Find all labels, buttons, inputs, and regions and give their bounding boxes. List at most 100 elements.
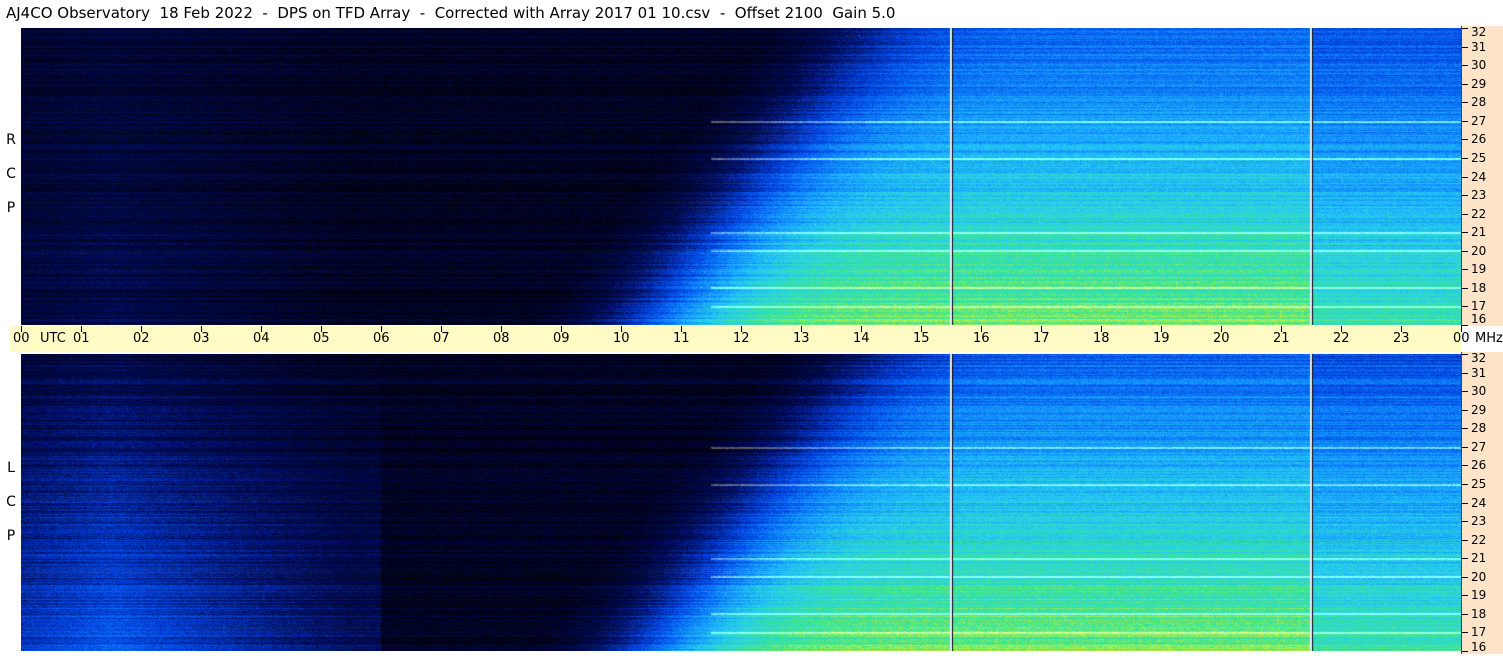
- freq-tick: [1462, 502, 1468, 504]
- freq-tick-label: 25: [1471, 476, 1487, 491]
- freq-tick-label: 21: [1471, 551, 1487, 566]
- freq-tick-label: 25: [1471, 150, 1487, 165]
- freq-tick: [1462, 632, 1468, 634]
- freq-tick-label: 32: [1471, 25, 1487, 39]
- freq-tick-label: 30: [1471, 384, 1487, 399]
- freq-tick-label: 24: [1471, 495, 1487, 510]
- freq-tick-label: 28: [1471, 95, 1487, 110]
- freq-tick-label: 27: [1471, 439, 1487, 454]
- rcp-label-c: C: [6, 166, 16, 182]
- freq-tick: [1462, 576, 1468, 578]
- time-tick-label: 05: [313, 331, 330, 346]
- freq-tick-label: 29: [1471, 76, 1487, 91]
- freq-tick-label: 19: [1471, 262, 1487, 277]
- time-tick-label: 00: [13, 331, 30, 346]
- freq-tick-label: 20: [1471, 569, 1487, 584]
- freq-tick-label: 24: [1471, 169, 1487, 184]
- freq-tick: [1462, 521, 1468, 523]
- lcp-label-l: L: [7, 460, 15, 476]
- freq-tick: [1462, 306, 1468, 308]
- freq-tick-label: 32: [1471, 351, 1487, 365]
- freq-tick: [1462, 428, 1468, 430]
- freq-tick: [1462, 83, 1468, 85]
- freq-tick: [1462, 325, 1468, 326]
- freq-tick-label: 27: [1471, 113, 1487, 128]
- freq-tick-label: 17: [1471, 299, 1487, 314]
- time-tick-label: 07: [433, 331, 450, 346]
- freq-tick-label: 18: [1471, 606, 1487, 621]
- freq-tick: [1462, 483, 1468, 485]
- freq-tick: [1462, 250, 1468, 252]
- time-tick-label: 21: [1273, 331, 1290, 346]
- time-axis: 00 01 02 03 04 05 06 07 08 09 10 11 12 13 14 15 16 17 18 19…: [10, 326, 1503, 352]
- freq-tick-label: 30: [1471, 58, 1487, 73]
- freq-tick: [1462, 651, 1468, 652]
- freq-tick: [1462, 354, 1468, 355]
- freq-tick: [1462, 213, 1468, 215]
- freq-tick-label: 20: [1471, 243, 1487, 258]
- freq-tick-label: 16: [1471, 312, 1487, 326]
- freq-tick-label: 29: [1471, 402, 1487, 417]
- time-tick-label: 11: [673, 331, 690, 346]
- time-tick-label: 23: [1393, 331, 1410, 346]
- time-tick-label: 03: [193, 331, 210, 346]
- freq-tick-label: 21: [1471, 225, 1487, 240]
- freq-tick: [1462, 446, 1468, 448]
- freq-tick-label: 23: [1471, 188, 1487, 203]
- freq-tick: [1462, 287, 1468, 289]
- freq-tick: [1462, 409, 1468, 411]
- lcp-label-c: C: [6, 494, 16, 510]
- time-tick-label: 09: [553, 331, 570, 346]
- time-tick-label: 00: [1453, 331, 1470, 346]
- rcp-label-r: R: [6, 132, 16, 148]
- freq-tick-label: 17: [1471, 625, 1487, 640]
- time-tick-label: 19: [1153, 331, 1170, 346]
- time-tick-label: 02: [133, 331, 150, 346]
- freq-tick-label: 26: [1471, 132, 1487, 147]
- freq-tick: [1462, 120, 1468, 122]
- time-tick-label: 13: [793, 331, 810, 346]
- freq-tick: [1462, 465, 1468, 467]
- time-tick-label: 17: [1033, 331, 1050, 346]
- freq-tick: [1462, 391, 1468, 393]
- freq-tick: [1462, 139, 1468, 141]
- freq-tick: [1462, 269, 1468, 271]
- rcp-frequency-axis: 32 31 30 29 28 27 26 25 24 23 22 21 20 19 18 17 16: [1461, 26, 1503, 326]
- time-tick-label: 20: [1213, 331, 1230, 346]
- time-unit-label: UTC: [40, 331, 66, 346]
- freq-tick: [1462, 539, 1468, 541]
- freq-unit-label: MHz: [1475, 331, 1503, 346]
- freq-tick: [1462, 595, 1468, 597]
- freq-tick-label: 26: [1471, 458, 1487, 473]
- freq-tick-label: 31: [1471, 39, 1487, 54]
- freq-tick: [1462, 176, 1468, 178]
- freq-tick: [1462, 157, 1468, 159]
- freq-tick-label: 22: [1471, 206, 1487, 221]
- freq-tick-label: 31: [1471, 365, 1487, 380]
- time-tick-label: 01: [73, 331, 90, 346]
- rcp-label-p: P: [6, 200, 16, 216]
- time-tick-label: 14: [853, 331, 870, 346]
- freq-tick-label: 18: [1471, 280, 1487, 295]
- time-tick-label: 15: [913, 331, 930, 346]
- lcp-frequency-axis: 32 31 30 29 28 27 26 25 24 23 22 21 20 19 18 17 16: [1461, 352, 1503, 654]
- freq-tick: [1462, 46, 1468, 48]
- time-tick-label: 06: [373, 331, 390, 346]
- lcp-spectrogram: [21, 354, 1461, 651]
- chart-title: AJ4CO Observatory 18 Feb 2022 - DPS on T…: [6, 4, 896, 22]
- freq-tick: [1462, 65, 1468, 67]
- time-tick-label: 08: [493, 331, 510, 346]
- time-tick-label: 10: [613, 331, 630, 346]
- freq-tick-label: 19: [1471, 588, 1487, 603]
- freq-tick: [1462, 558, 1468, 560]
- freq-tick-label: 22: [1471, 532, 1487, 547]
- freq-tick: [1462, 28, 1468, 29]
- time-tick-label: 22: [1333, 331, 1350, 346]
- time-tick-label: 18: [1093, 331, 1110, 346]
- lcp-label-p: P: [6, 528, 16, 544]
- freq-tick-label: 28: [1471, 421, 1487, 436]
- freq-tick: [1462, 613, 1468, 615]
- freq-tick-label: 23: [1471, 514, 1487, 529]
- freq-tick: [1462, 195, 1468, 197]
- freq-tick-label: 16: [1471, 640, 1487, 654]
